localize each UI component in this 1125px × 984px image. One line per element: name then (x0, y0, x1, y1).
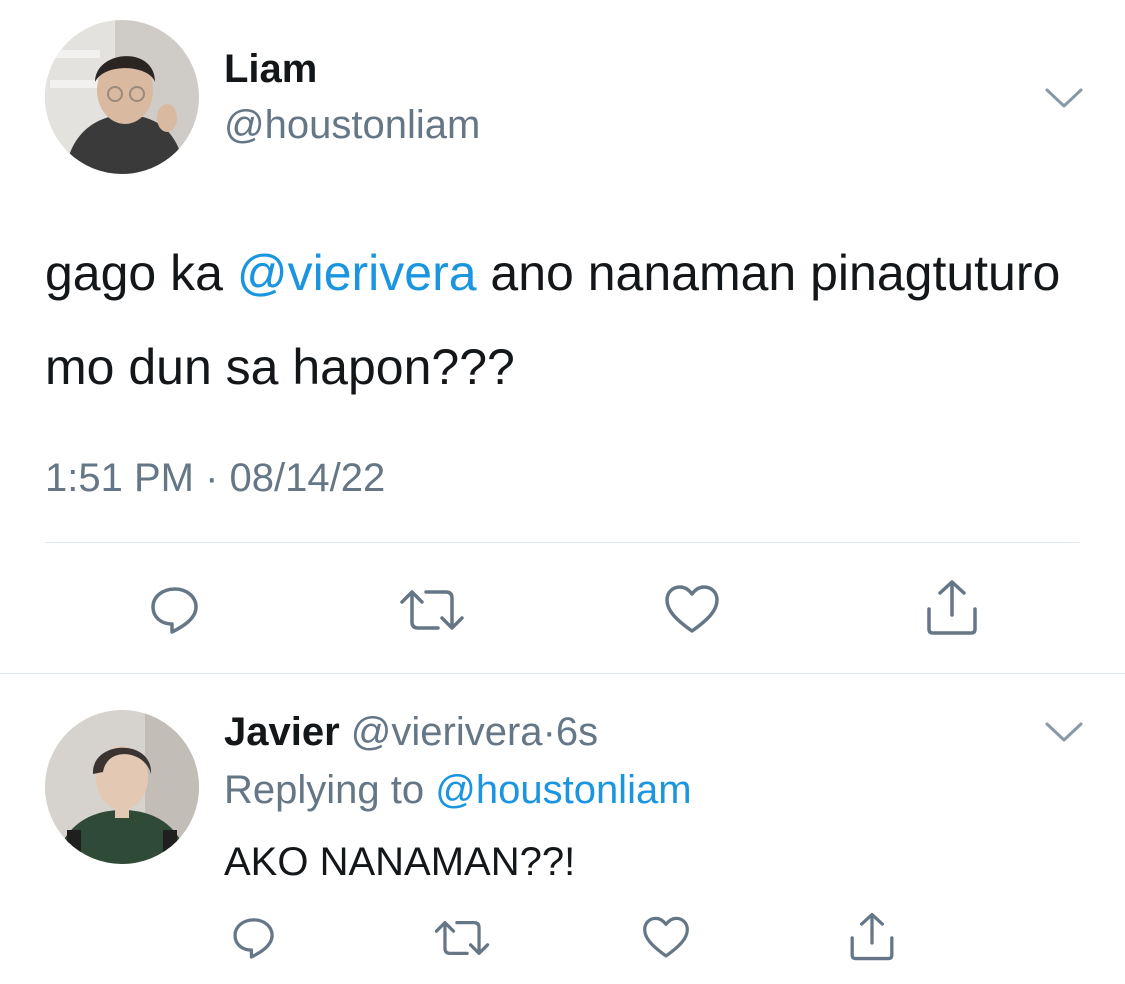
replying-to: Replying to @houstonliam (224, 768, 692, 813)
reply-button[interactable] (228, 912, 280, 964)
divider (45, 542, 1080, 543)
avatar-photo-icon (45, 20, 199, 174)
tweet-text-before: gago ka (45, 245, 237, 301)
tweet-timestamp[interactable]: 1:51 PM · 08/14/22 (45, 456, 385, 501)
liam-avatar[interactable] (45, 20, 199, 174)
replying-to-handle[interactable]: @houstonliam (435, 768, 691, 812)
chevron-down-icon[interactable] (1044, 720, 1084, 744)
retweet-button[interactable] (398, 580, 466, 640)
share-icon (850, 912, 894, 961)
like-icon (665, 585, 719, 633)
reply-text: AKO NANAMAN??! (224, 840, 576, 884)
reply-icon (151, 587, 198, 634)
tweet-separator (0, 673, 1125, 674)
like-icon (643, 916, 689, 958)
reply-author-handle[interactable]: @vierivera (351, 710, 543, 754)
retweet-icon (434, 921, 490, 955)
share-button[interactable] (846, 910, 898, 964)
tweet-text: gago ka @vierivera ano nanaman pinagtutu… (45, 226, 1085, 414)
retweet-button[interactable] (432, 912, 492, 964)
author-handle[interactable]: @houstonliam (224, 103, 480, 148)
main-tweet: Liam @houstonliam gago ka @vierivera ano… (0, 0, 1125, 674)
like-button[interactable] (640, 912, 692, 964)
retweet-icon (400, 590, 464, 630)
javier-avatar[interactable] (45, 710, 199, 864)
like-button[interactable] (662, 580, 722, 640)
reply-author-name[interactable]: Javier (224, 710, 340, 754)
separator-dot: · (542, 710, 556, 754)
share-button[interactable] (922, 578, 982, 638)
reply-header: Javier @vierivera·6s (224, 710, 598, 755)
reply-button[interactable] (145, 580, 205, 640)
mention-link[interactable]: @vierivera (237, 245, 477, 301)
author-name[interactable]: Liam (224, 47, 317, 92)
reply-icon (233, 918, 274, 959)
replying-to-label: Replying to (224, 768, 436, 812)
share-icon (927, 580, 977, 635)
chevron-down-icon[interactable] (1044, 86, 1084, 110)
avatar-photo-icon (45, 710, 199, 864)
reply-time[interactable]: 6s (556, 710, 598, 754)
